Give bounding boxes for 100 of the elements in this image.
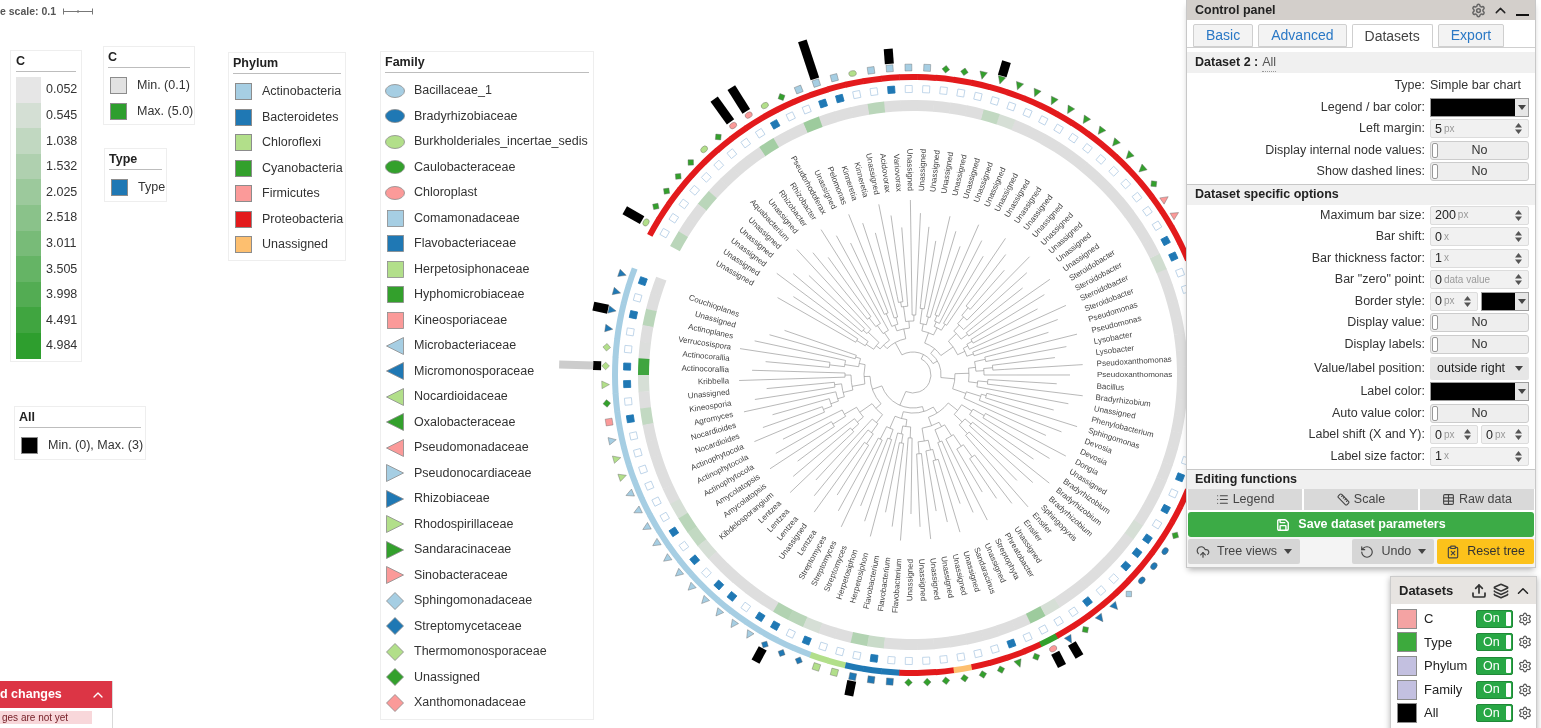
spinner-arrows-icon xyxy=(1515,429,1522,441)
legend-label: Min. (0.1) xyxy=(137,77,190,95)
leaf-label: Unassigned xyxy=(928,557,942,601)
number-field[interactable]: 5 px xyxy=(1430,119,1529,139)
dataset-name: All xyxy=(1424,704,1440,723)
tab[interactable]: Basic xyxy=(1193,24,1254,47)
field-label: Display labels: xyxy=(1343,335,1426,353)
leaf-label: Pseudoxanthomonas xyxy=(1097,370,1173,380)
color-picker[interactable] xyxy=(1430,97,1529,117)
tab[interactable]: Datasets xyxy=(1351,24,1433,48)
tool-button[interactable]: Raw data xyxy=(1420,489,1534,510)
legend-title: Type xyxy=(109,152,162,170)
legend-label: Nocardioidaceae xyxy=(414,388,508,406)
legend-label: Caulobacteraceae xyxy=(414,158,516,176)
number-field[interactable]: 0 x xyxy=(1430,227,1529,247)
toggle-switch[interactable]: No xyxy=(1430,140,1529,160)
toggle-switch[interactable]: No xyxy=(1430,334,1529,354)
field-label: Bar shift: xyxy=(1374,228,1426,246)
legend-label: 1.038 xyxy=(46,132,78,150)
legend-label: Pseudonocardiaceae xyxy=(414,464,532,482)
field-value: Simple bar chart xyxy=(1430,77,1521,95)
field-label: Label size factor: xyxy=(1329,447,1426,465)
settings-icon[interactable] xyxy=(1518,706,1532,721)
spinner-arrows-icon xyxy=(1515,450,1522,462)
leaf-label: Actinocorallia xyxy=(681,363,730,375)
legend-label: Type xyxy=(138,179,166,197)
tree-scale-label: e scale: 0.1 xyxy=(0,4,57,19)
spinner-arrows-icon xyxy=(1515,123,1522,135)
dataset-name: Family xyxy=(1424,680,1464,699)
legend-label: Burkholderiales_incertae_sedis xyxy=(414,133,588,151)
legend-label: Sinobacteraceae xyxy=(414,566,508,584)
panel-title: Control panel xyxy=(1195,1,1276,19)
number-field[interactable]: 1 x xyxy=(1430,446,1529,466)
legend-label: Bacteroidetes xyxy=(262,108,339,126)
leaf-label: Flavobacterium xyxy=(890,558,904,614)
field-label: Border style: xyxy=(1353,292,1426,310)
legend-label: Chloroflexi xyxy=(262,134,322,152)
toggle-switch[interactable]: No xyxy=(1430,162,1529,182)
leaf-label: Unassigned xyxy=(917,148,928,192)
field-label: Label color: xyxy=(1359,383,1426,401)
number-field[interactable]: 1 x xyxy=(1430,248,1529,268)
settings-icon[interactable] xyxy=(1518,682,1532,697)
layers-icon[interactable] xyxy=(1493,582,1509,599)
upload-icon[interactable] xyxy=(1471,582,1487,599)
settings-icon[interactable] xyxy=(1518,611,1532,626)
number-field[interactable]: 0 px xyxy=(1430,291,1478,311)
toggle-switch[interactable]: No xyxy=(1430,313,1529,333)
legend-label: Rhizobiaceae xyxy=(414,490,490,508)
section-header: Editing functions xyxy=(1187,469,1535,489)
settings-icon[interactable] xyxy=(1518,659,1532,673)
list-icon xyxy=(1215,493,1229,506)
dataset-name: Phylum xyxy=(1424,657,1469,676)
legend-label: Flavobacteriaceae xyxy=(414,235,517,253)
legend-label: 3.998 xyxy=(46,286,78,304)
legend-label: 2.025 xyxy=(46,183,78,201)
dropdown-button[interactable]: Tree views xyxy=(1188,539,1300,564)
tool-button[interactable]: Scale xyxy=(1304,489,1418,510)
number-field[interactable]: 200 px xyxy=(1430,205,1529,225)
reset-button[interactable]: Reset tree xyxy=(1437,539,1534,564)
color-picker[interactable] xyxy=(1430,382,1529,402)
tool-button[interactable]: Legend xyxy=(1188,489,1302,510)
field-label: Type: xyxy=(1393,77,1426,95)
dropdown-button[interactable]: Undo xyxy=(1352,539,1435,564)
ruler-icon xyxy=(1336,493,1350,506)
legend-title: All xyxy=(19,410,141,428)
field-label: Show dashed lines: xyxy=(1315,163,1426,181)
dataset-selector[interactable]: All xyxy=(1262,52,1277,73)
number-field[interactable]: 0 data value xyxy=(1430,270,1529,290)
legend-label: Bacillaceae_1 xyxy=(414,82,492,100)
caret-down-icon xyxy=(1517,389,1526,395)
field-label: Display internal node values: xyxy=(1264,141,1426,159)
notice-title: d changes xyxy=(0,686,62,704)
legend-label: Chloroplast xyxy=(414,184,478,202)
field-label: Label shift (X and Y): xyxy=(1307,426,1426,444)
select-dropdown[interactable]: outside right xyxy=(1430,356,1529,380)
tab[interactable]: Advanced xyxy=(1258,24,1347,47)
section-header: Dataset specific options xyxy=(1187,183,1535,205)
leaf-label: Actinocorallia xyxy=(681,349,731,363)
settings-icon[interactable] xyxy=(1518,635,1532,650)
spinner-arrows-icon xyxy=(1464,429,1471,441)
number-field[interactable]: 0 px xyxy=(1430,425,1478,445)
color-picker[interactable] xyxy=(1481,291,1529,311)
legend-label: Unassigned xyxy=(414,668,480,686)
legend-label: Sphingomonadaceae xyxy=(414,592,533,610)
settings-icon[interactable] xyxy=(1471,2,1486,18)
number-field[interactable]: 0 px xyxy=(1481,425,1529,445)
legend-label: Rhodospirillaceae xyxy=(414,515,514,533)
scale-bar-icon xyxy=(63,8,94,16)
legend-label: Actinobacteria xyxy=(262,83,342,101)
tab[interactable]: Export xyxy=(1437,24,1505,47)
caret-down-icon xyxy=(1515,365,1523,371)
legend-label: Kineosporiaceae xyxy=(414,311,508,329)
spinner-arrows-icon xyxy=(1515,252,1522,264)
legend-title: C xyxy=(16,54,76,72)
legend-label: Oxalobacteraceae xyxy=(414,413,516,431)
field-label: Bar "zero" point: xyxy=(1333,271,1426,289)
toggle-switch[interactable]: No xyxy=(1430,403,1529,423)
legend-label: 4.491 xyxy=(46,311,78,329)
legend-label: Sandaracinaceae xyxy=(414,541,512,559)
spinner-arrows-icon xyxy=(1515,274,1522,286)
